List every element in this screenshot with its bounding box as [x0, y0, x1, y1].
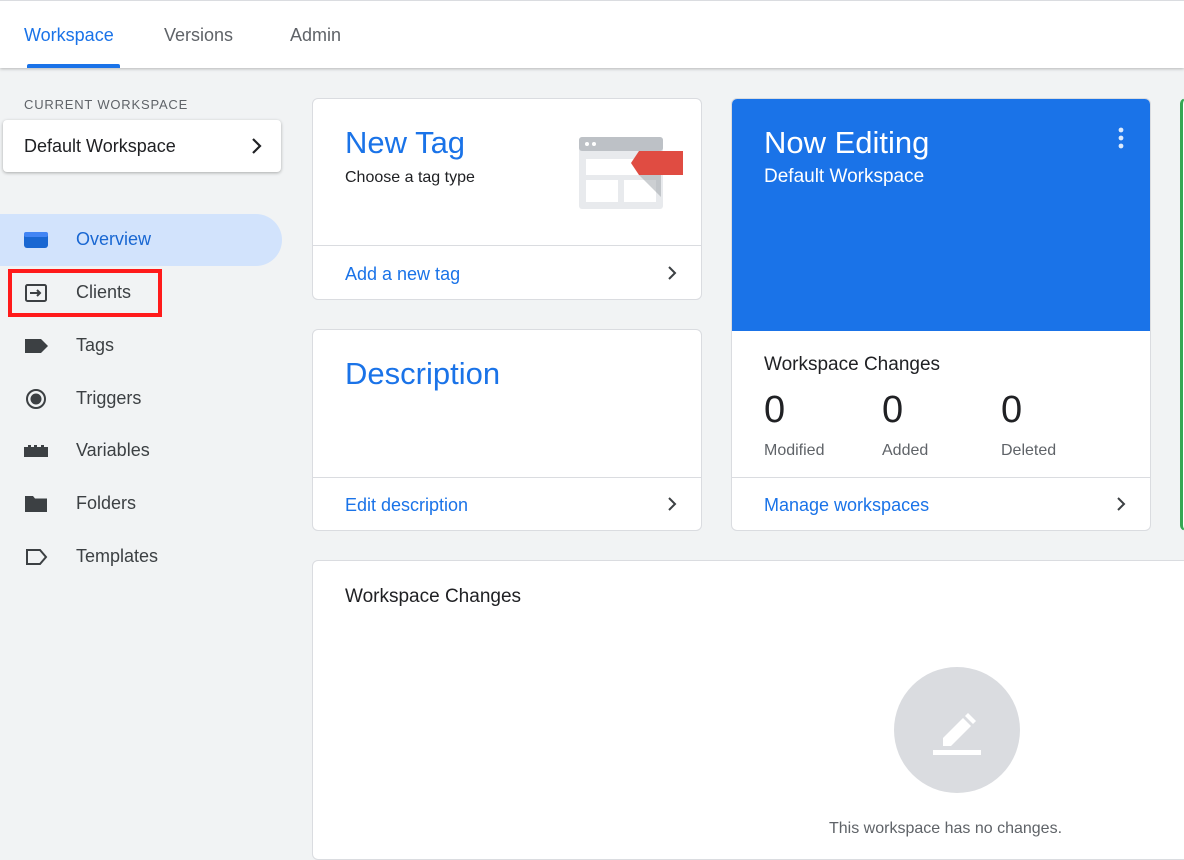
- sidebar-item-overview[interactable]: Overview: [0, 214, 282, 266]
- current-workspace-label: CURRENT WORKSPACE: [24, 97, 189, 112]
- workspace-changes-title: Workspace Changes: [345, 586, 522, 607]
- tag-icon: [25, 339, 48, 353]
- annotation-highlight-box: [8, 269, 162, 317]
- now-editing-header: Now Editing Default Workspace: [732, 99, 1150, 331]
- deleted-label: Deleted: [1001, 442, 1057, 459]
- active-tab-indicator: [27, 64, 120, 68]
- sidebar-item-templates[interactable]: Templates: [0, 531, 282, 583]
- edit-description-link[interactable]: Edit description: [345, 495, 468, 516]
- deleted-count: 0: [1001, 389, 1023, 431]
- added-count: 0: [882, 389, 904, 431]
- workspace-selector[interactable]: Default Workspace: [3, 120, 281, 172]
- chevron-right-icon: [668, 497, 677, 511]
- chevron-right-icon: [1117, 497, 1126, 511]
- card-divider: [732, 477, 1150, 478]
- add-new-tag-link[interactable]: Add a new tag: [345, 264, 460, 285]
- new-tag-subtitle: Choose a tag type: [345, 169, 475, 186]
- sidebar-item-tags[interactable]: Tags: [0, 320, 282, 372]
- modified-count: 0: [764, 389, 786, 431]
- workspace-changes-card: Workspace Changes This workspace has no …: [312, 560, 1184, 860]
- edit-pencil-icon: [933, 713, 981, 755]
- top-tab-bar: Workspace Versions Admin: [0, 0, 1184, 68]
- workspace-name: Default Workspace: [24, 136, 176, 156]
- sidebar-item-label: Overview: [76, 229, 152, 249]
- now-editing-card: Now Editing Default Workspace Workspace …: [731, 98, 1151, 531]
- chevron-right-icon: [668, 266, 677, 280]
- description-title: Description: [345, 356, 501, 391]
- added-label: Added: [882, 442, 929, 459]
- tab-workspace[interactable]: Workspace: [24, 25, 114, 46]
- sidebar: CURRENT WORKSPACE Default Workspace Over…: [0, 68, 300, 835]
- sidebar-item-label: Tags: [76, 335, 115, 355]
- modified-label: Modified: [764, 442, 825, 459]
- card-divider: [313, 245, 701, 246]
- folder-icon: [25, 496, 47, 512]
- new-tag-title[interactable]: New Tag: [345, 125, 465, 161]
- manage-workspaces-link[interactable]: Manage workspaces: [764, 495, 929, 516]
- empty-state-message: This workspace has no changes.: [829, 820, 1063, 837]
- sidebar-item-label: Triggers: [76, 388, 142, 408]
- new-tag-card[interactable]: New Tag Choose a tag type Add a new tag: [312, 98, 702, 300]
- empty-state-circle: [894, 667, 1020, 793]
- overview-icon: [24, 232, 48, 248]
- now-editing-workspace: Default Workspace: [764, 166, 925, 187]
- templates-icon: [26, 549, 48, 565]
- more-vert-icon[interactable]: [1118, 127, 1124, 149]
- description-card[interactable]: Description Edit description: [312, 329, 702, 531]
- sidebar-item-variables[interactable]: Variables: [0, 425, 282, 477]
- tab-versions[interactable]: Versions: [164, 25, 233, 46]
- sidebar-item-folders[interactable]: Folders: [0, 478, 282, 530]
- chevron-right-icon: [252, 138, 262, 154]
- variables-icon: [24, 445, 48, 457]
- sidebar-item-triggers[interactable]: Triggers: [0, 373, 282, 425]
- sidebar-item-label: Folders: [76, 493, 137, 513]
- tag-illustration-icon: [579, 137, 683, 209]
- sidebar-item-label: Templates: [76, 546, 159, 566]
- partial-card-right: [1180, 98, 1184, 531]
- now-editing-title: Now Editing: [764, 125, 930, 160]
- workspace-changes-heading: Workspace Changes: [764, 354, 941, 375]
- tab-admin[interactable]: Admin: [290, 25, 341, 46]
- triggers-icon: [26, 389, 46, 409]
- sidebar-item-label: Variables: [76, 440, 150, 460]
- card-divider: [313, 477, 701, 478]
